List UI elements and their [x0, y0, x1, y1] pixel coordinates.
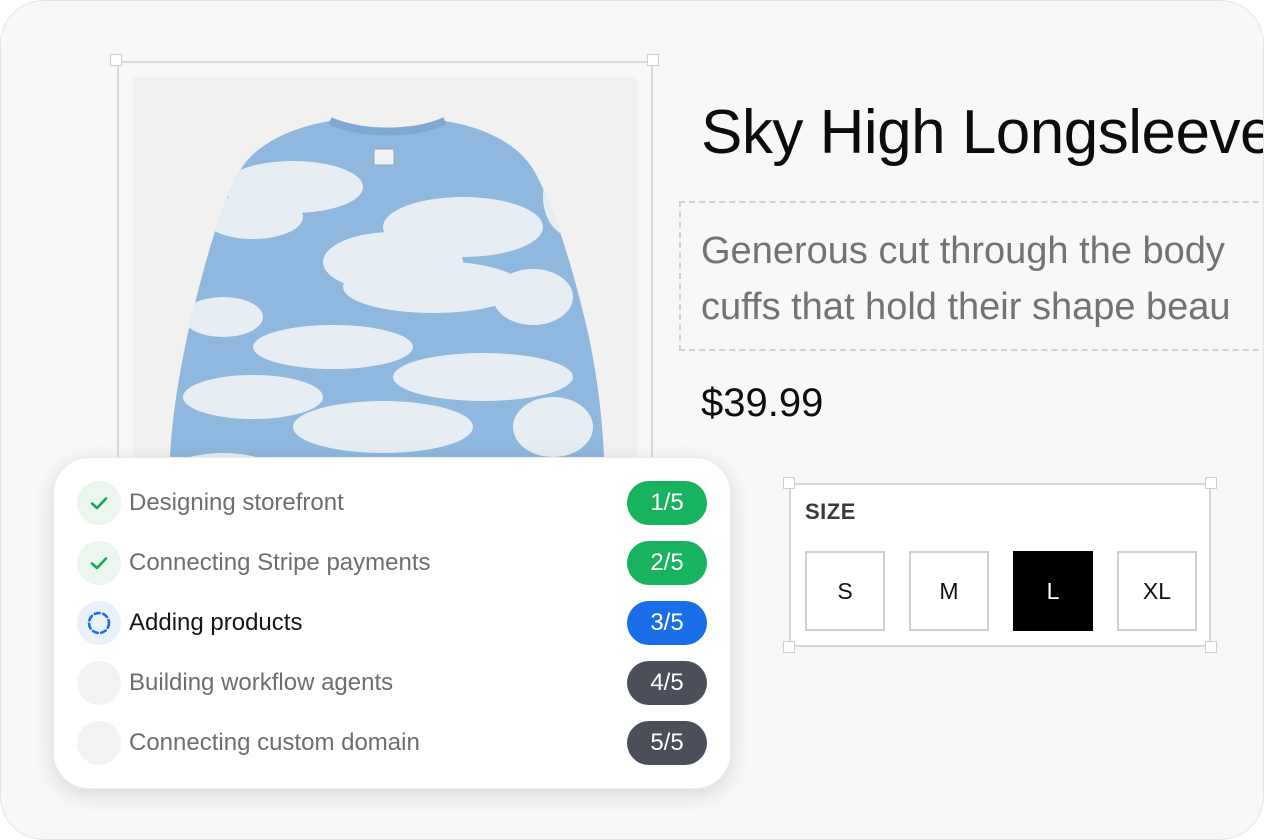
description-line-2: cuffs that hold their shape beau	[701, 286, 1231, 328]
resize-handle-top-right[interactable]	[1205, 477, 1217, 489]
product-title: Sky High Longsleeve	[701, 98, 1264, 167]
step-badge: 5/5	[627, 721, 707, 765]
size-label: SIZE	[805, 499, 856, 524]
loading-spinner-icon	[77, 601, 121, 645]
step-label: Adding products	[129, 609, 303, 636]
resize-handle-top-left[interactable]	[783, 477, 795, 489]
step-label: Building workflow agents	[129, 669, 394, 696]
description-line-1: Generous cut through the body	[701, 230, 1225, 272]
resize-handle-top-left[interactable]	[110, 54, 122, 66]
check-icon	[77, 541, 121, 585]
progress-step: Adding products 3/5	[77, 601, 707, 645]
step-badge: 3/5	[627, 601, 707, 645]
step-badge: 2/5	[627, 541, 707, 585]
step-label: Designing storefront	[129, 489, 344, 516]
product-price: $39.99	[701, 381, 824, 425]
size-option-s[interactable]: S	[805, 551, 885, 631]
step-label: Connecting Stripe payments	[129, 549, 431, 576]
step-badge: 1/5	[627, 481, 707, 525]
progress-step: Connecting custom domain 5/5	[77, 721, 707, 765]
resize-handle-bottom-right[interactable]	[1205, 641, 1217, 653]
resize-handle-bottom-left[interactable]	[783, 641, 795, 653]
check-icon	[77, 481, 121, 525]
empty-circle-icon	[77, 721, 121, 765]
progress-step: Building workflow agents 4/5	[77, 661, 707, 705]
resize-handle-top-right[interactable]	[647, 54, 659, 66]
progress-step: Connecting Stripe payments 2/5	[77, 541, 707, 585]
step-badge: 4/5	[627, 661, 707, 705]
size-option-xl[interactable]: XL	[1117, 551, 1197, 631]
size-option-l[interactable]: L	[1013, 551, 1093, 631]
canvas: Sky High Longsleeve Generous cut through…	[0, 0, 1264, 840]
size-option-m[interactable]: M	[909, 551, 989, 631]
empty-circle-icon	[77, 661, 121, 705]
product-description: Generous cut through the body cuffs that…	[701, 223, 1263, 335]
step-label: Connecting custom domain	[129, 729, 420, 756]
progress-step: Designing storefront 1/5	[77, 481, 707, 525]
product-image[interactable]	[133, 77, 637, 517]
